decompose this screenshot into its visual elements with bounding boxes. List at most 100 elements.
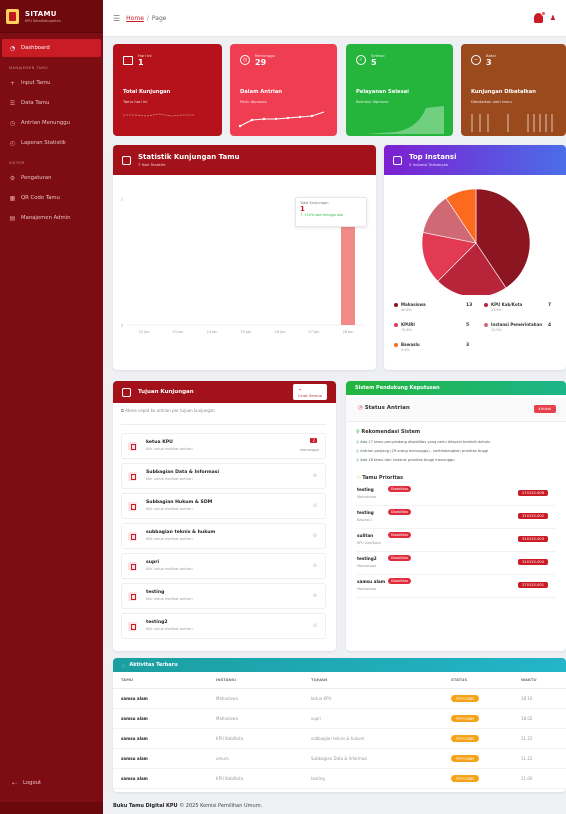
- topbar: ☰ Home / Page ♟: [103, 0, 566, 37]
- stat-card-kunjungan-dibatalkan: − Batal 3 Kunjungan Dibatalkan Dibatalkan …: [461, 44, 566, 136]
- rekomendasi-item: ◎ Antrian panjang (29 orang menunggu) - …: [356, 449, 489, 453]
- status-badge: menunggu: [451, 755, 480, 762]
- clock-icon: ◷: [358, 405, 365, 411]
- instansi-cell: umum: [208, 748, 303, 769]
- rekomendasi-item: ◎ Ada 18 tamu dari instansi prioritas ti…: [356, 458, 455, 462]
- sidebar-item-input-tamu[interactable]: + Input Tamu: [2, 74, 101, 92]
- lihat-semua-button[interactable]: → Lihat Semua: [293, 384, 327, 400]
- statistik-title: Statistik Kunjungan Tamu: [138, 153, 240, 161]
- menu-icon[interactable]: ☰: [113, 14, 120, 23]
- sidebar-section-manajemen: MANAJEMEN TAMU: [9, 66, 48, 70]
- tujuan-item[interactable]: ketua KPU Klik untuk melihat antrian 2 menu…: [121, 433, 326, 459]
- tujuan-item[interactable]: subbagian teknis & hukum Klik untuk melih…: [121, 523, 326, 549]
- sidebar-item-qr-code[interactable]: ▦ QR Code Tamu: [2, 189, 101, 207]
- sparkline: [123, 113, 195, 117]
- status-badge: menunggu: [451, 695, 480, 702]
- sparkline: [471, 114, 553, 132]
- sidebar-item-admin[interactable]: ▤ Manajemen Admin: [2, 209, 101, 227]
- tujuan-sub: Klik untuk melihat antrian: [146, 567, 193, 571]
- user-menu-icon[interactable]: ♟: [550, 14, 556, 22]
- prioritas-title: ☆ Tamu Prioritas: [356, 475, 404, 481]
- status-cell: menunggu: [443, 688, 513, 709]
- stat-sub: Tamu hari ini: [123, 99, 148, 104]
- legend-item: Instansi Pemerintahan 12.5% 4: [484, 322, 556, 336]
- tamu-cell: samsu alam: [113, 748, 208, 769]
- status-cell: menunggu: [443, 728, 513, 749]
- sidebar-item-dashboard[interactable]: ◔ Dashboard: [2, 39, 101, 57]
- legend-percent: 12.5%: [491, 328, 502, 332]
- tujuan-item[interactable]: supri Klik untuk melihat antrian ⊘: [121, 553, 326, 579]
- door-icon: [128, 472, 137, 481]
- admin-icon: ▤: [9, 214, 16, 222]
- check-circle-icon: ⊘: [312, 593, 317, 599]
- prioritas-item[interactable]: testing Disabilitas Bawaslu 310125-002: [356, 509, 556, 529]
- prioritas-item[interactable]: testing Disabilitas Mahasiswa 270125-006: [356, 486, 556, 506]
- sidebar-item-laporan[interactable]: ◴ Laporan Statistik: [2, 134, 101, 152]
- tujuan-item[interactable]: testing Klik untuk melihat antrian ⊘: [121, 583, 326, 609]
- waktu-cell: 11.22: [513, 728, 566, 749]
- top-instansi-header: Top Instansi 5 Instansi Terbanyak: [384, 145, 566, 175]
- table-row[interactable]: samsu alam KPU Kab/Kota testing menunggu 11.…: [113, 768, 566, 789]
- table-row[interactable]: samsu alam umum Subbagian Data & Informasi…: [113, 748, 566, 769]
- stat-label: Hari Ini: [138, 53, 152, 58]
- kpu-logo-icon: [6, 8, 19, 24]
- prioritas-item[interactable]: testing2 Disabilitas Mahasiswa 310125-004: [356, 555, 556, 575]
- clock-icon: ◷: [9, 119, 16, 127]
- sparkline: [238, 111, 325, 128]
- aktivitas-title: Aktivitas Terbaru: [129, 662, 178, 668]
- tujuan-sub: Klik untuk melihat antrian: [146, 597, 193, 601]
- tujuan-item[interactable]: testing2 Klik untuk melihat antrian ⊘: [121, 613, 326, 639]
- chart-tooltip: Total Kunjungan 1 ↑ +10% dari minggu lal…: [295, 197, 367, 227]
- brand[interactable]: SITAMU KPU Kota/Kabupaten: [0, 0, 103, 33]
- status-cell: menunggu: [443, 768, 513, 789]
- table-row[interactable]: samsu alam Mahasiswa supri menunggu 18.02: [113, 708, 566, 729]
- x-tick-label: 24 Jan: [207, 330, 218, 334]
- tujuan-card: Tujuan Kunjungan → Lihat Semua ⧉ Akses c…: [113, 381, 336, 651]
- door-icon: [128, 532, 137, 541]
- queue-status-text: menunggu: [299, 448, 319, 452]
- door-icon: [128, 442, 137, 451]
- column-header: WAKTU: [513, 672, 566, 689]
- prioritas-item[interactable]: samsu alam Disabilitas Mahasiswa 270125-001: [356, 578, 556, 598]
- y-tick-label: 0: [121, 324, 123, 328]
- notification-bell-icon[interactable]: [533, 11, 546, 23]
- tujuan-name: Subbagian Hukum & SDM: [146, 500, 213, 505]
- sidebar-item-pengaturan[interactable]: ⚙ Pengaturan: [2, 169, 101, 187]
- check-circle-icon: ⊘: [312, 623, 317, 629]
- legend-dot: [394, 343, 398, 347]
- tujuan-name: subbagian teknis & hukum: [146, 530, 216, 535]
- tujuan-cell: testing: [303, 768, 443, 789]
- disabilitas-tag: Disabilitas: [388, 578, 412, 584]
- sidebar-item-data-tamu[interactable]: ☰ Data Tamu: [2, 94, 101, 112]
- breadcrumb-home[interactable]: Home: [126, 15, 144, 22]
- queue-code-badge: 310125-003: [518, 536, 548, 542]
- status-badge: Kritikal: [533, 405, 556, 413]
- legend-percent: 15.6%: [401, 328, 412, 332]
- table-row[interactable]: samsu alam Mahasiswa ketua KPU menunggu 18.1…: [113, 688, 566, 709]
- logout-button[interactable]: ⇠ Logout: [4, 774, 103, 792]
- prioritas-instansi: Mahasiswa: [357, 564, 377, 568]
- legend-item: Mahasiswa 40.6% 13: [394, 302, 474, 316]
- status-cell: menunggu: [443, 748, 513, 769]
- tujuan-item[interactable]: Subbagian Data & Informasi Klik untuk mel…: [121, 463, 326, 489]
- sidebar-item-antrian[interactable]: ◷ Antrian Menunggu: [2, 114, 101, 132]
- tamu-cell: samsu alam: [113, 768, 208, 789]
- prioritas-item[interactable]: sulitan Disabilitas KPU Kab/Kota 310125-003: [356, 532, 556, 552]
- queue-code-badge: 270125-001: [518, 582, 548, 588]
- disabilitas-tag: Disabilitas: [388, 509, 412, 515]
- pie-chart: [421, 188, 531, 295]
- divider: [121, 424, 326, 425]
- x-tick-label: 22 Jan: [139, 330, 150, 334]
- tamu-cell: samsu alam: [113, 708, 208, 729]
- prioritas-name: samsu alam: [357, 579, 386, 584]
- queue-count-badge: 2: [310, 438, 317, 443]
- table-row[interactable]: samsu alam KPU Kab/Kota subbagian teknis &…: [113, 728, 566, 749]
- tujuan-item[interactable]: Subbagian Hukum & SDM Klik untuk melihat …: [121, 493, 326, 519]
- stat-sub: Berhasil diproses: [356, 99, 389, 104]
- sidebar-nav: ◔ Dashboard MANAJEMEN TAMU + Input Tamu ☰ D…: [0, 33, 103, 227]
- chart-icon: ◴: [9, 139, 16, 147]
- page-footer: Buku Tamu Digital KPU © 2025 Komisi Pemi…: [113, 803, 262, 809]
- prioritas-name: testing: [357, 510, 374, 515]
- legend-name: KPURI: [401, 322, 415, 327]
- x-tick-label: 26 Jan: [275, 330, 286, 334]
